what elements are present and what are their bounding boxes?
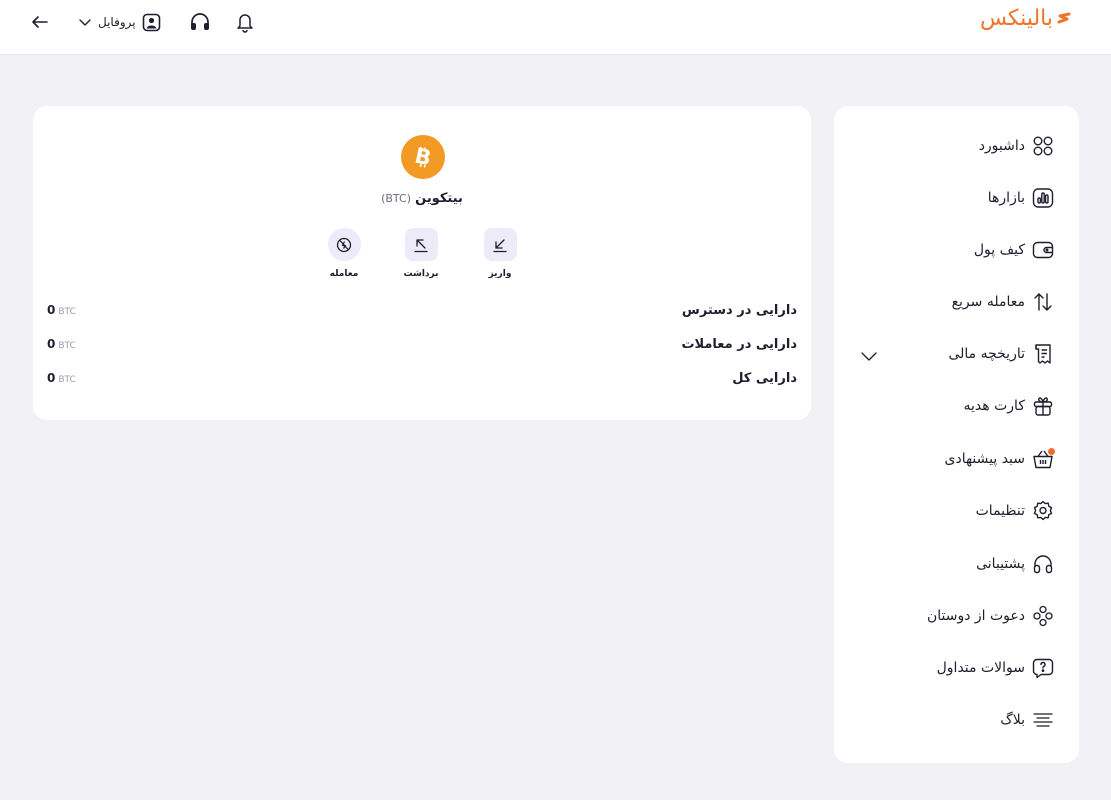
users-icon <box>1032 605 1054 627</box>
faq-icon <box>1032 657 1054 679</box>
back-arrow-icon[interactable] <box>30 12 50 32</box>
balance-amount: 0 BTC <box>47 371 76 385</box>
sidebar-item-gift-card[interactable]: کارت هدیه <box>964 391 1054 421</box>
swap-arrows-icon <box>1032 291 1054 313</box>
sidebar-item-settings[interactable]: تنظیمات <box>976 496 1054 526</box>
sidebar-item-label: معامله سریع <box>951 294 1025 310</box>
wallet-icon <box>1032 239 1054 261</box>
sidebar-nav: داشبورد بازارها کیف پول معامله سریع تاری… <box>834 106 1079 763</box>
trade-label: معامله <box>329 269 359 279</box>
sidebar-item-label: بلاگ <box>1000 712 1025 728</box>
blog-lines-icon <box>1032 709 1054 731</box>
balance-label: دارایی در دسترس <box>681 302 797 318</box>
asset-details-card: B بیتکوین (BTC) واریز برداشت معامله 0 BT… <box>33 106 811 420</box>
balance-unit: BTC <box>58 307 76 317</box>
trade-icon <box>327 228 361 261</box>
sidebar-item-blog[interactable]: بلاگ <box>1000 705 1054 735</box>
notification-dot <box>1048 448 1055 455</box>
sidebar-item-label: کیف پول <box>973 242 1025 258</box>
sidebar-item-label: دعوت از دوستان <box>926 608 1025 624</box>
sidebar-item-dashboard[interactable]: داشبورد <box>979 131 1054 161</box>
gear-icon <box>1032 500 1054 522</box>
coin-name: بیتکوین (BTC) <box>33 191 811 206</box>
balance-value: 0 <box>47 337 56 351</box>
bitcoin-logo-icon: B <box>401 135 445 179</box>
receipt-icon <box>1032 343 1054 365</box>
trade-button[interactable]: معامله <box>314 228 374 279</box>
dashboard-grid-icon <box>1032 135 1054 157</box>
coin-name-fa: بیتکوین <box>415 191 463 206</box>
deposit-button[interactable]: واریز <box>470 228 530 279</box>
withdraw-button[interactable]: برداشت <box>391 228 451 279</box>
balance-amount: 0 BTC <box>47 337 76 351</box>
sidebar-item-quick-trade[interactable]: معامله سریع <box>952 287 1054 317</box>
chevron-down-icon <box>78 15 92 29</box>
user-icon <box>142 13 161 32</box>
withdraw-arrow-icon <box>404 228 438 261</box>
sidebar-item-label: کارت هدیه <box>963 398 1025 414</box>
balance-unit: BTC <box>58 341 76 351</box>
sidebar-item-label: تاریخچه مالی <box>948 346 1025 362</box>
balance-amount: 0 BTC <box>47 303 76 317</box>
balance-unit: BTC <box>58 375 76 385</box>
sidebar-item-label: تنظیمات <box>975 503 1025 519</box>
profile-label: پروفایل <box>98 15 136 29</box>
sidebar-item-wallet[interactable]: کیف پول <box>974 235 1054 265</box>
sidebar-item-faq[interactable]: سوالات متداول <box>937 653 1054 683</box>
profile-menu[interactable]: پروفایل <box>78 13 161 32</box>
header-actions: پروفایل <box>30 8 255 36</box>
bell-icon[interactable] <box>235 11 255 33</box>
headset-icon <box>1032 553 1054 575</box>
balance-row-available: 0 BTC دارایی در دسترس <box>47 300 797 320</box>
chevron-down-icon[interactable] <box>860 348 878 367</box>
brand-logo[interactable]: بالینکس <box>980 4 1071 32</box>
sidebar-item-label: سبد پیشنهادی <box>944 451 1026 467</box>
sidebar-item-financial-history[interactable]: تاریخچه مالی <box>948 339 1054 369</box>
deposit-arrow-icon <box>483 228 517 261</box>
sidebar-item-suggested-basket[interactable]: سبد پیشنهادی <box>945 444 1055 474</box>
deposit-label: واریز <box>488 269 512 279</box>
sidebar-item-label: داشبورد <box>978 138 1025 154</box>
markets-chart-icon <box>1032 187 1054 209</box>
coin-symbol: (BTC) <box>381 192 411 205</box>
svg-text:B: B <box>413 144 434 170</box>
headset-icon[interactable] <box>189 12 211 32</box>
basket-icon <box>1032 448 1055 470</box>
logo-text: بالینکس <box>979 5 1054 31</box>
sidebar-item-markets[interactable]: بازارها <box>988 183 1054 213</box>
gift-icon <box>1032 395 1054 417</box>
balance-value: 0 <box>47 303 56 317</box>
balance-value: 0 <box>47 371 56 385</box>
sidebar-item-label: سوالات متداول <box>936 660 1025 676</box>
balance-row-total: 0 BTC دارایی کل <box>47 368 797 388</box>
sidebar-item-invite-friends[interactable]: دعوت از دوستان <box>927 601 1054 631</box>
balance-label: دارایی در معاملات <box>681 336 797 352</box>
sidebar-item-label: بازارها <box>987 190 1025 206</box>
balance-row-in-orders: 0 BTC دارایی در معاملات <box>47 334 797 354</box>
sidebar-item-label: پشتیبانی <box>976 556 1025 572</box>
sidebar-item-support[interactable]: پشتیبانی <box>976 549 1054 579</box>
logo-mark-icon <box>1055 10 1071 26</box>
withdraw-label: برداشت <box>403 269 439 279</box>
top-bar: بالینکس پروفایل <box>0 0 1111 55</box>
balance-label: دارایی کل <box>732 370 797 386</box>
